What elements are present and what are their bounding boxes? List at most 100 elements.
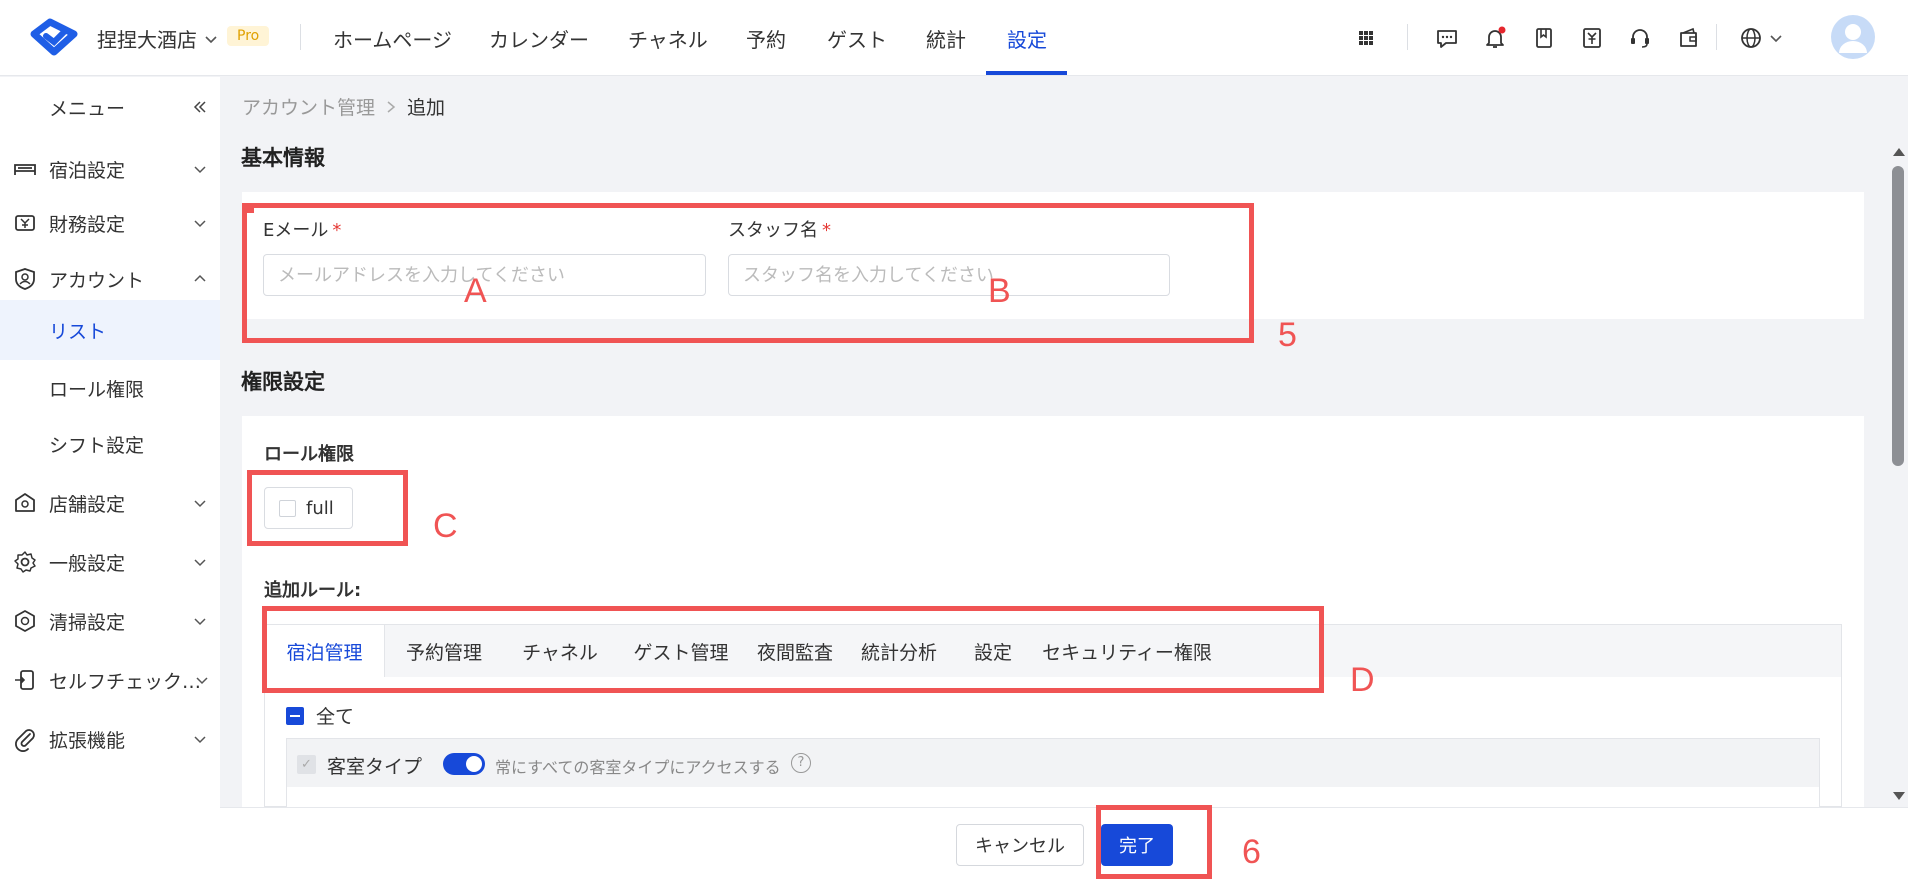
payment-icon[interactable] <box>1578 24 1606 52</box>
store-icon <box>15 493 35 512</box>
annotation-box-6 <box>1096 805 1212 879</box>
top-bar: 捏捏大酒店 Pro ホームページ カレンダー チャネル 予約 ゲスト 統計 設定 <box>0 0 1908 76</box>
nav-statistics[interactable]: 統計 <box>926 24 966 53</box>
breadcrumb-current: 追加 <box>407 97 446 119</box>
room-type-toggle-label: 常にすべての客室タイプにアクセスする <box>495 758 781 777</box>
select-all-row[interactable]: 全て <box>286 702 354 729</box>
gear-icon <box>14 551 36 573</box>
sidebar-item-shift-settings[interactable]: シフト設定 <box>0 418 220 470</box>
selfcheck-icon <box>15 670 34 690</box>
sidebar-item-lodging[interactable]: 宿泊設定 <box>0 143 220 195</box>
chevron-down-icon <box>194 559 206 567</box>
breadcrumb: アカウント管理 追加 <box>242 93 445 120</box>
avatar[interactable] <box>1831 15 1875 59</box>
apps-grid-icon[interactable] <box>1352 24 1380 52</box>
headset-icon[interactable] <box>1626 24 1654 52</box>
nav-channel[interactable]: チャネル <box>628 24 708 53</box>
collapse-icon[interactable] <box>192 99 208 115</box>
nav-reservation[interactable]: 予約 <box>746 24 786 53</box>
room-type-access-toggle[interactable] <box>443 753 485 775</box>
sidebar-item-extensions[interactable]: 拡張機能 <box>0 713 220 765</box>
annotation-label-6: 6 <box>1242 833 1261 871</box>
chevron-down-icon <box>194 618 206 626</box>
sidebar-item-label: リスト <box>49 320 107 343</box>
sidebar-item-label: 一般設定 <box>49 552 126 575</box>
sidebar-item-cleaning[interactable]: 清掃設定 <box>0 595 220 647</box>
cleaning-icon <box>15 610 35 632</box>
bell-icon[interactable] <box>1481 24 1509 52</box>
nav-home[interactable]: ホームページ <box>333 24 452 53</box>
disabled-checkbox: ✓ <box>297 755 316 774</box>
sidebar-item-label: ロール権限 <box>49 378 145 401</box>
annotation-label-b: B <box>988 272 1011 310</box>
sidebar-item-label: 財務設定 <box>49 213 126 236</box>
chevron-up-icon <box>194 274 206 282</box>
scroll-up-arrow[interactable] <box>1893 148 1905 156</box>
nav-calendar[interactable]: カレンダー <box>489 24 589 53</box>
account-icon <box>15 268 35 290</box>
chevron-down-icon <box>196 677 208 685</box>
chevron-down-icon <box>194 736 206 744</box>
finance-icon <box>15 215 35 231</box>
annotation-label-d: D <box>1350 661 1375 699</box>
nav-settings[interactable]: 設定 <box>1007 24 1047 53</box>
breadcrumb-parent[interactable]: アカウント管理 <box>242 93 375 120</box>
room-type-label: 客室タイプ <box>327 756 423 778</box>
indeterminate-checkbox[interactable] <box>286 706 304 725</box>
bed-icon <box>14 164 36 175</box>
role-permission-label: ロール権限 <box>264 444 354 465</box>
message-icon[interactable] <box>1433 24 1461 52</box>
annotation-box-5-frame <box>242 203 1254 343</box>
scrollbar[interactable] <box>1888 140 1908 808</box>
chevron-down-icon <box>205 35 217 43</box>
sidebar-item-role-permissions[interactable]: ロール権限 <box>0 362 220 414</box>
paperclip-icon <box>15 729 35 752</box>
annotation-label-a: A <box>464 272 487 310</box>
wallet-icon[interactable] <box>1675 24 1703 52</box>
basic-info-title: 基本情報 <box>241 146 325 170</box>
menu-label: メニュー <box>49 97 126 120</box>
scroll-thumb[interactable] <box>1892 166 1904 466</box>
hotel-selector[interactable]: 捏捏大酒店 <box>97 24 219 53</box>
chevron-down-icon[interactable] <box>1768 30 1784 46</box>
sidebar-item-account[interactable]: アカウント <box>0 253 220 305</box>
hotel-name: 捏捏大酒店 <box>97 28 197 52</box>
sidebar-item-label: 拡張機能 <box>49 729 126 752</box>
sidebar-item-store[interactable]: 店舗設定 <box>0 477 220 529</box>
globe-icon[interactable] <box>1737 24 1765 52</box>
chevron-down-icon <box>194 166 206 174</box>
nav-active-indicator <box>986 71 1067 75</box>
sidebar-item-label: 清掃設定 <box>49 611 126 634</box>
scroll-down-arrow[interactable] <box>1893 792 1905 800</box>
sidebar-item-label: 宿泊設定 <box>49 159 126 182</box>
sidebar-item-label: アカウント <box>49 269 145 292</box>
sidebar-item-label: セルフチェックイン <box>49 670 205 693</box>
divider <box>300 24 301 50</box>
chevron-down-icon <box>194 500 206 508</box>
sidebar-item-general[interactable]: 一般設定 <box>0 536 220 588</box>
sidebar: メニュー 宿泊設定 財務設定 アカウント リスト ロール権限 シフト設定 店舗設… <box>0 77 220 882</box>
room-type-details <box>286 787 1820 807</box>
annotation-label-5: 5 <box>1278 316 1297 354</box>
chevron-down-icon <box>194 220 206 228</box>
sidebar-item-self-checkin[interactable]: セルフチェックイン <box>0 654 220 706</box>
room-type-row: ✓ 客室タイプ 常にすべての客室タイプにアクセスする ? <box>286 738 1820 788</box>
user-icon <box>1839 24 1867 53</box>
sidebar-item-finance[interactable]: 財務設定 <box>0 197 220 249</box>
annotation-label-c: C <box>433 507 458 545</box>
select-all-label: 全て <box>316 706 355 728</box>
chevron-right-icon <box>387 100 396 113</box>
app-logo[interactable] <box>30 18 78 56</box>
annotation-box-d <box>262 606 1324 693</box>
divider <box>1407 24 1408 50</box>
sidebar-item-list[interactable]: リスト <box>0 300 220 360</box>
nav-guest[interactable]: ゲスト <box>827 24 887 53</box>
permissions-title: 権限設定 <box>241 370 325 394</box>
plan-badge: Pro <box>227 26 270 46</box>
divider <box>1716 24 1717 50</box>
help-icon[interactable]: ? <box>791 753 811 773</box>
sidebar-item-label: シフト設定 <box>49 434 145 457</box>
cancel-button[interactable]: キャンセル <box>956 824 1084 866</box>
sidebar-item-label: 店舗設定 <box>49 493 126 516</box>
book-icon[interactable] <box>1530 24 1558 52</box>
